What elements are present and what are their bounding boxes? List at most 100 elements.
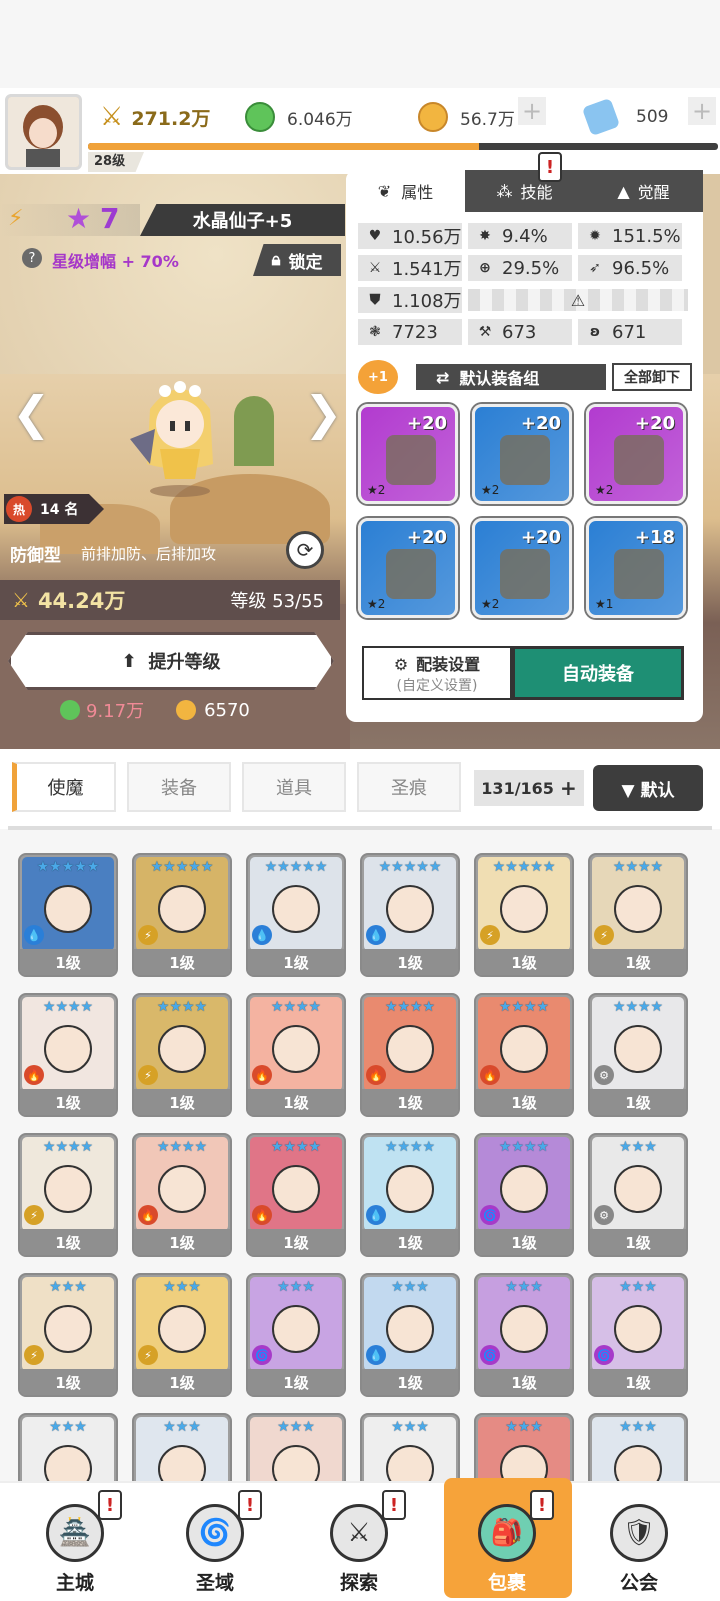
familiar-level: 1级 bbox=[20, 1229, 116, 1255]
familiar-card[interactable]: ★★★★ 🔥 1级 bbox=[246, 993, 346, 1117]
familiar-level: 1级 bbox=[590, 1229, 686, 1255]
element-icon: 🔥 bbox=[138, 1205, 158, 1225]
familiar-card[interactable]: ★★★ 🌀 1级 bbox=[246, 1273, 346, 1397]
skills-alert-badge: ! bbox=[538, 152, 562, 182]
tab-familiars[interactable]: 使魔 bbox=[12, 762, 116, 812]
equip-slot[interactable]: +18 ★1 bbox=[586, 518, 686, 618]
familiar-level: 1级 bbox=[248, 1229, 344, 1255]
stat-icon: ⛊ bbox=[369, 292, 381, 308]
familiar-card[interactable]: ★★★★ 💧 1级 bbox=[360, 1133, 460, 1257]
familiar-face-icon bbox=[614, 1165, 662, 1213]
familiar-card[interactable]: ★★★ 💧 1级 bbox=[360, 1273, 460, 1397]
loadout-settings-button[interactable]: ⚙ 配装设置 (自定义设置) bbox=[362, 646, 512, 700]
green-orb-icon bbox=[60, 700, 80, 720]
upgrade-level-button[interactable]: ⬆ 提升等级 bbox=[8, 632, 334, 690]
familiar-face-icon bbox=[158, 1165, 206, 1213]
equipment-icon bbox=[386, 549, 436, 599]
player-avatar[interactable] bbox=[5, 94, 82, 170]
familiar-card[interactable]: ★★★★ 🔥 1级 bbox=[474, 993, 574, 1117]
hot-icon: 热 bbox=[6, 496, 32, 522]
familiar-card[interactable]: ★★★ ⚙ 1级 bbox=[588, 1133, 688, 1257]
equip-slot[interactable]: +20 ★2 bbox=[358, 404, 458, 504]
familiar-card[interactable]: ★★★ ⚡ 1级 bbox=[18, 1273, 118, 1397]
familiar-card[interactable]: ★★★★★ 💧 1级 bbox=[18, 853, 118, 977]
familiar-card[interactable]: ★★★★ 🔥 1级 bbox=[360, 993, 460, 1117]
warning-icon[interactable]: ⚠ bbox=[571, 291, 585, 310]
element-icon: 🔥 bbox=[480, 1065, 500, 1085]
lock-button[interactable]: 🔒︎ 锁定 bbox=[253, 244, 341, 276]
next-hero-arrow[interactable]: ❯ bbox=[304, 386, 343, 440]
element-icon: 🔥 bbox=[252, 1065, 272, 1085]
stat-cell: ➶ 96.5% bbox=[578, 255, 682, 281]
gold-coin-icon bbox=[176, 700, 197, 720]
familiar-level: 1级 bbox=[362, 1229, 458, 1255]
familiar-face-icon bbox=[272, 1025, 320, 1073]
equip-slot[interactable]: +20 ★2 bbox=[472, 404, 572, 504]
star-rating: ★★★★★ bbox=[378, 859, 442, 875]
familiar-card[interactable]: ★★★★★ ⚡ 1级 bbox=[474, 853, 574, 977]
help-icon[interactable]: ? bbox=[22, 248, 42, 268]
equip-slot[interactable]: +20 ★2 bbox=[586, 404, 686, 504]
stat-row: ⛊ 1.108万 ⚠ bbox=[358, 286, 694, 314]
equipment-icon bbox=[500, 435, 550, 485]
tab-stigmata[interactable]: 圣痕 bbox=[357, 762, 461, 812]
prev-hero-arrow[interactable]: ❮ bbox=[12, 386, 51, 440]
lock-icon: 🔒︎ bbox=[271, 250, 281, 270]
add-gem-button[interactable]: + bbox=[688, 97, 716, 125]
element-icon: 💧 bbox=[252, 925, 272, 945]
stat-cell: ⚒ 673 bbox=[468, 319, 572, 345]
familiar-card[interactable]: ★★★ 🌀 1级 bbox=[474, 1273, 574, 1397]
familiar-face-icon bbox=[272, 1305, 320, 1353]
star-rating: ★★★ bbox=[277, 1279, 315, 1295]
element-icon: ⚙ bbox=[594, 1205, 614, 1225]
element-icon: ⚡ bbox=[138, 1345, 158, 1365]
equip-slot[interactable]: +20 ★2 bbox=[358, 518, 458, 618]
element-icon: ⚡ bbox=[24, 1205, 44, 1225]
star-rating: ★★★★ bbox=[156, 1139, 208, 1155]
stat-cell: ♥ 10.56万 bbox=[358, 223, 462, 249]
familiar-level: 1级 bbox=[20, 1089, 116, 1115]
familiar-card[interactable]: ★★★ 🌀 1级 bbox=[588, 1273, 688, 1397]
alert-badge: ! bbox=[530, 1490, 554, 1520]
tab-items[interactable]: 道具 bbox=[242, 762, 346, 812]
star-rating: ★★★★ bbox=[612, 999, 664, 1015]
swap-hero-button[interactable]: ⟳ bbox=[286, 531, 324, 569]
star-rating: ★★★★ bbox=[612, 859, 664, 875]
hero-type-desc: 前排加防、后排加攻 bbox=[81, 544, 217, 563]
familiar-card[interactable]: ★★★★ ⚙ 1级 bbox=[588, 993, 688, 1117]
equip-set-name[interactable]: ⇄ 默认装备组 bbox=[416, 364, 606, 390]
familiar-card[interactable]: ★★★★★ 💧 1级 bbox=[360, 853, 460, 977]
familiar-card[interactable]: ★★★★★ ⚡ 1级 bbox=[132, 853, 232, 977]
star-rating: ★★★★★ bbox=[264, 859, 328, 875]
auto-equip-button[interactable]: 自动装备 bbox=[512, 646, 684, 700]
hero-sprite bbox=[130, 381, 213, 497]
equipment-icon bbox=[386, 435, 436, 485]
familiar-card[interactable]: ★★★★ ⚡ 1级 bbox=[588, 853, 688, 977]
equip-plus-badge[interactable]: +1 bbox=[358, 360, 398, 394]
familiar-card[interactable]: ★★★★ 🌀 1级 bbox=[474, 1133, 574, 1257]
familiar-card[interactable]: ★★★★ ⚡ 1级 bbox=[18, 1133, 118, 1257]
nav-icon: 🏯 bbox=[46, 1504, 104, 1562]
tab-skills[interactable]: ⁂ 技能 bbox=[465, 170, 584, 212]
tab-attributes[interactable]: ❦ 属性 bbox=[346, 170, 465, 212]
familiar-card[interactable]: ★★★★ 🔥 1级 bbox=[18, 993, 118, 1117]
familiar-card[interactable]: ★★★★ 🔥 1级 bbox=[132, 1133, 232, 1257]
element-icon: 🌀 bbox=[594, 1345, 614, 1365]
equip-slot[interactable]: +20 ★2 bbox=[472, 518, 572, 618]
familiar-card[interactable]: ★★★★ ⚡ 1级 bbox=[132, 993, 232, 1117]
star-rating: ★★★★★ bbox=[150, 859, 214, 875]
familiar-face-icon bbox=[272, 885, 320, 933]
stat-cell: ❃ 7723 bbox=[358, 319, 462, 345]
familiar-card[interactable]: ★★★★★ 💧 1级 bbox=[246, 853, 346, 977]
add-icon: + bbox=[559, 776, 577, 800]
hero-name: 水晶仙子+5 bbox=[140, 204, 345, 236]
bag-capacity[interactable]: 131/165 + bbox=[474, 770, 584, 806]
unequip-all-button[interactable]: 全部卸下 bbox=[612, 363, 692, 391]
add-gold-button[interactable]: + bbox=[518, 97, 546, 125]
familiar-card[interactable]: ★★★ ⚡ 1级 bbox=[132, 1273, 232, 1397]
sort-button[interactable]: ▼ 默认 bbox=[593, 765, 703, 811]
tab-awaken[interactable]: ▲ 觉醒 bbox=[584, 170, 703, 212]
nav-item[interactable]: 🛡 公会 bbox=[584, 1495, 694, 1595]
tab-equipment[interactable]: 装备 bbox=[127, 762, 231, 812]
familiar-card[interactable]: ★★★★ 🔥 1级 bbox=[246, 1133, 346, 1257]
